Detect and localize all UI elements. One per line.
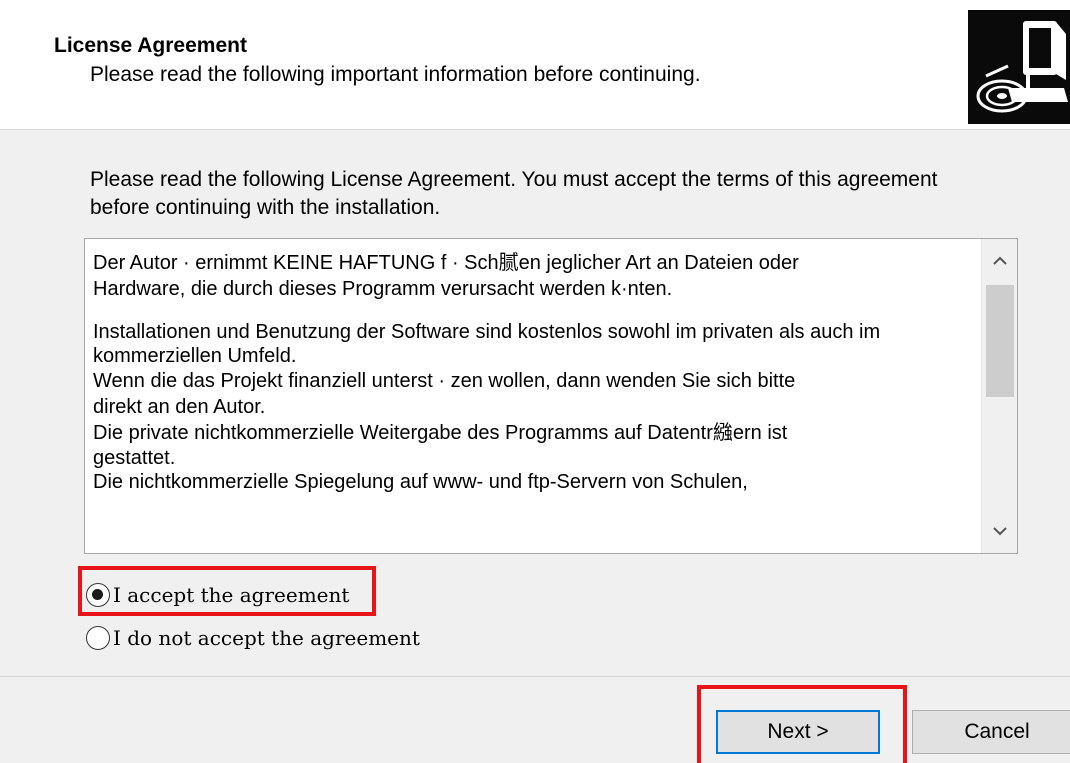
license-line: Die private nichtkommerzielle Weitergabe…	[93, 422, 788, 444]
decline-agreement-label[interactable]: I do not accept the agreement	[113, 626, 420, 650]
license-text: Der Autor · ernimmt KEINE HAFTUNG f · Sc…	[93, 250, 961, 494]
license-instructions: Please read the following License Agreem…	[90, 168, 938, 219]
page-subtitle: Please read the following important info…	[90, 63, 701, 86]
license-line: Installationen und Benutzung der Softwar…	[93, 321, 881, 367]
radio-unselected-icon[interactable]	[86, 626, 110, 650]
cancel-button[interactable]: Cancel	[912, 710, 1070, 754]
next-button[interactable]: Next >	[716, 710, 880, 754]
license-line: Der Autor · ernimmt KEINE HAFTUNG f · Sc…	[93, 252, 799, 274]
license-text-area[interactable]: Der Autor · ernimmt KEINE HAFTUNG f · Sc…	[84, 238, 1018, 554]
decline-agreement-radio[interactable]: I do not accept the agreement	[86, 626, 420, 650]
license-line: Die nichtkommerzielle Spiegelung auf www…	[93, 471, 748, 493]
chevron-up-icon[interactable]	[982, 243, 1017, 279]
accept-agreement-label[interactable]: I accept the agreement	[113, 583, 349, 607]
wizard-header: License Agreement Please read the follow…	[0, 0, 1070, 130]
accept-agreement-radio[interactable]: I accept the agreement	[86, 583, 349, 607]
license-line: Hardware, die durch dieses Programm veru…	[93, 278, 673, 300]
divider	[0, 676, 1070, 677]
installer-icon	[968, 10, 1070, 124]
license-line: Wenn die das Projekt finanziell unterst …	[93, 370, 796, 392]
license-line: gestattet.	[93, 447, 176, 469]
radio-selected-icon[interactable]	[86, 583, 110, 607]
page-title: License Agreement	[54, 34, 247, 57]
license-line: direkt an den Autor.	[93, 396, 266, 418]
license-scrollbar[interactable]	[981, 239, 1017, 553]
chevron-down-icon[interactable]	[982, 513, 1017, 549]
scroll-thumb[interactable]	[986, 285, 1014, 397]
